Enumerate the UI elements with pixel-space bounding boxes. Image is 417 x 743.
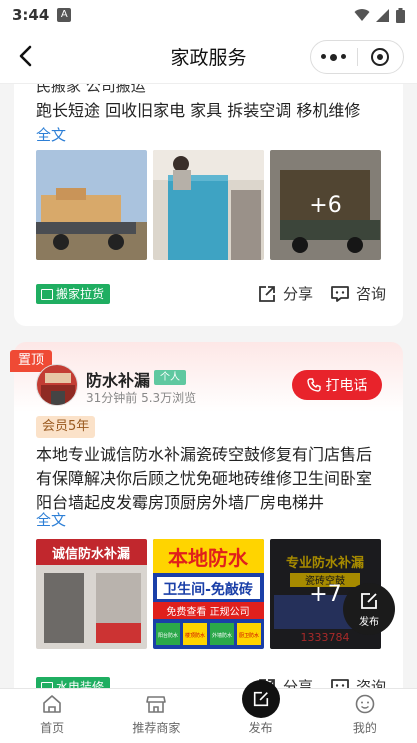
more-icon[interactable] [311, 53, 357, 61]
tab-label: 推荐商家 [132, 721, 181, 735]
post-description: 本地专业诚信防水补漏瓷砖空鼓修复有门店售后有保障解决你后顾之忧免砸地砖维修卫生间… [36, 445, 373, 512]
edit-icon [253, 691, 268, 707]
tab-label: 发布 [248, 721, 273, 735]
home-icon [43, 695, 61, 713]
consult-label: 咨询 [356, 285, 387, 303]
post-text-partial: 民搬家 公司搬运 [36, 84, 146, 95]
post-image[interactable]: 诚信防水补漏 [36, 539, 147, 649]
close-miniprogram-icon[interactable] [358, 48, 404, 66]
avatar[interactable] [36, 364, 78, 406]
call-label: 打电话 [325, 378, 368, 394]
tab-label: 首页 [40, 721, 65, 735]
post-image[interactable] [153, 150, 264, 260]
full-text-link[interactable]: 全文 [36, 509, 66, 530]
post-image[interactable]: +6 [270, 150, 381, 260]
personal-badge: 个人 [154, 370, 186, 385]
tab-recommended-merchants[interactable]: 推荐商家 [104, 689, 208, 743]
ad-promo-text: 免费查看 正规公司 [166, 605, 249, 618]
post-meta: 31分钟前 5.3万浏览 [86, 391, 197, 405]
ad-subtitle-text: 卫生间-免敲砖 [163, 581, 253, 598]
ad-chip-text: 楼顶防水 [185, 632, 205, 639]
chat-icon [331, 285, 349, 302]
share-label: 分享 [283, 678, 314, 688]
miniprogram-capsule [310, 40, 404, 74]
chat-icon [331, 678, 349, 688]
consult-button[interactable]: 咨询 [330, 283, 386, 304]
category-tag[interactable]: 水电装修 [36, 677, 111, 688]
floating-publish-button[interactable]: 发布 [343, 583, 395, 635]
ad-chip-text: 外墙防水 [212, 632, 232, 639]
back-arrow-icon[interactable] [14, 43, 40, 69]
status-icons [354, 7, 405, 23]
ad-title-text: 本地防水 [168, 546, 249, 570]
post-card[interactable]: 置顶 防水补漏 个人 31分钟前 5.3万浏览 打电话 会员5年 本地专业诚信防… [10, 342, 403, 688]
status-time: 3:44 [12, 6, 50, 24]
tab-home[interactable]: 首页 [0, 689, 104, 743]
notification-icon: A [57, 8, 72, 22]
phone-icon [306, 378, 321, 392]
tab-publish[interactable]: 发布 [209, 680, 313, 743]
post-images: +6 [36, 150, 381, 260]
share-label: 分享 [283, 285, 314, 303]
consult-label: 咨询 [356, 678, 387, 688]
share-button[interactable]: 分享 [257, 283, 313, 304]
post-description: 跑长短途 回收旧家电 家具 拆装空调 移机维修 [36, 101, 361, 120]
status-bar: 3:44 A [0, 0, 417, 30]
profile-face-icon [355, 694, 375, 714]
member-years-badge: 会员5年 [36, 416, 96, 438]
signal-icon [376, 8, 389, 22]
post-images: 诚信防水补漏 本地防水 卫生间-免敲砖 免费查看 正规公司 阳台防水 楼顶防水 … [36, 539, 381, 649]
nav-header: 家政服务 [0, 30, 417, 84]
ad-chip-text: 厨卫防水 [239, 632, 259, 639]
post-image[interactable]: 本地防水 卫生间-免敲砖 免费查看 正规公司 阳台防水 楼顶防水 外墙防水 厨卫… [153, 539, 264, 649]
ad-chip-text: 阳台防水 [158, 632, 178, 639]
share-icon [259, 285, 275, 302]
bottom-tab-bar: 首页 推荐商家 发布 我的 [0, 680, 417, 743]
shop-sign-text: 诚信防水补漏 [52, 546, 130, 562]
category-tag[interactable]: 搬家拉货 [36, 284, 111, 304]
tab-mine[interactable]: 我的 [313, 689, 417, 743]
publish-center-button[interactable] [241, 680, 280, 718]
full-text-link[interactable]: 全文 [36, 124, 66, 145]
shop-icon [146, 696, 167, 713]
wifi-icon [354, 8, 370, 21]
battery-icon [396, 7, 405, 23]
tab-label: 我的 [352, 721, 377, 735]
call-button[interactable]: 打电话 [292, 370, 382, 400]
floating-publish-label: 发布 [359, 616, 379, 628]
post-card[interactable]: 民搬家 公司搬运 跑长短途 回收旧家电 家具 拆装空调 移机维修 全文 +6 搬… [14, 84, 403, 326]
post-image[interactable] [36, 150, 147, 260]
consult-button[interactable]: 咨询 [330, 676, 386, 688]
more-images-count[interactable]: +6 [270, 150, 381, 260]
page-title: 家政服务 [170, 47, 247, 69]
poster-name[interactable]: 防水补漏 [86, 367, 150, 391]
edit-icon [361, 592, 377, 609]
